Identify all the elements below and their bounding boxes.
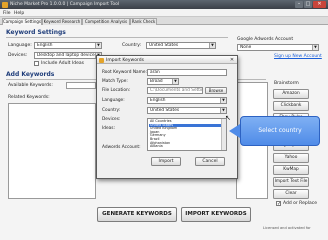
country-value: United States: [149, 43, 179, 48]
menu-help[interactable]: Help: [14, 11, 24, 16]
language-select[interactable]: English ▼: [34, 42, 102, 49]
app-icon: [99, 57, 104, 63]
related-keywords-textarea[interactable]: [8, 103, 96, 199]
language-label: Language:: [102, 98, 125, 103]
chevron-down-icon: ▼: [172, 79, 178, 84]
dialog-country-select[interactable]: United States ▼: [147, 107, 227, 114]
dialog-language-value: English: [150, 98, 166, 103]
dialog-titlebar: Import Keywords ✕: [97, 56, 237, 64]
adwords-select[interactable]: None ▼: [237, 44, 319, 51]
adwords-heading: Google Adwords Account: [237, 37, 294, 42]
match-type-select[interactable]: Broad ▼: [147, 78, 179, 85]
match-type-label: Match Type:: [102, 79, 128, 84]
dialog-country-value: United States: [150, 108, 180, 113]
tab-keyword-research[interactable]: Keyword Research: [42, 18, 82, 25]
dialog-close-button[interactable]: ✕: [229, 57, 235, 63]
list-scrollbar[interactable]: [221, 119, 226, 150]
yahoo-button[interactable]: Yahoo: [273, 153, 309, 163]
license-text: Licensed and activated for: [263, 226, 311, 230]
country-label: Country:: [122, 43, 142, 48]
cancel-button[interactable]: Cancel: [195, 157, 225, 166]
devices-label: Devices:: [8, 53, 28, 58]
adwords-account-label: Adwords Account:: [102, 145, 141, 150]
country-select[interactable]: United States ▼: [146, 42, 216, 49]
select-country-callout: Select country: [240, 116, 320, 146]
menu-file[interactable]: File: [3, 11, 11, 16]
generate-keywords-button[interactable]: GENERATE KEYWORDS: [97, 207, 177, 222]
file-location-input[interactable]: C:\Documents and Settings\mh...: [147, 87, 203, 94]
chevron-down-icon: ▼: [209, 43, 215, 48]
browse-button[interactable]: Browse: [205, 87, 227, 94]
match-type-value: Broad: [150, 79, 163, 84]
adwords-value: None: [240, 45, 252, 50]
related-keywords-label: Related Keywords:: [8, 95, 50, 100]
mouse-pointer-icon: ↖: [225, 114, 231, 122]
import-button[interactable]: Import: [151, 157, 181, 166]
clickbank-button[interactable]: Clickbank: [273, 101, 309, 111]
tab-rank-check[interactable]: Rank Check: [130, 18, 157, 25]
available-keywords-input[interactable]: [66, 82, 96, 89]
chevron-down-icon: ▼: [95, 43, 101, 48]
available-keywords-label: Available Keywords:: [8, 83, 53, 88]
brainstorm-label: Brainstorm: [274, 81, 299, 86]
country-option[interactable]: Albania: [149, 145, 221, 149]
root-keyword-label: Root Keyword Name:: [102, 70, 147, 75]
tab-competition-analysis[interactable]: Competition Analysis: [82, 18, 130, 25]
import-keywords-button[interactable]: IMPORT KEYWORDS: [181, 207, 251, 222]
include-adult-checkbox[interactable]: [34, 61, 39, 66]
import-text-file-button[interactable]: Import Text File: [273, 177, 309, 187]
ideas-label: Ideas:: [102, 126, 115, 131]
window-title: Niche Market Pro 1.0.0.0 | Campaign Impo…: [10, 2, 120, 7]
minimize-button[interactable]: –: [295, 1, 303, 8]
include-adult-label: Include Adult Ideas: [41, 61, 85, 66]
devices-value: Desktop and laptop devices: [37, 53, 97, 58]
menu-bar: File Help: [0, 9, 328, 17]
add-or-replace-label: Add or Replace: [283, 201, 317, 206]
window-titlebar: Niche Market Pro 1.0.0.0 | Campaign Impo…: [0, 0, 328, 9]
callout-arrow: [229, 124, 240, 138]
language-label: Language:: [8, 43, 32, 48]
devices-label: Devices:: [102, 117, 121, 122]
import-keywords-dialog: Import Keywords ✕ Root Keyword Name: ara…: [96, 55, 238, 179]
root-keyword-input[interactable]: aran: [147, 69, 227, 76]
chevron-down-icon: ▼: [220, 98, 226, 103]
country-label: Country:: [102, 108, 121, 113]
dialog-language-select[interactable]: English ▼: [147, 97, 227, 104]
amazon-button[interactable]: Amazon: [273, 89, 309, 99]
add-or-replace-checkbox[interactable]: [276, 201, 281, 207]
country-dropdown-list[interactable]: All Countries United States United Kingd…: [147, 118, 227, 151]
add-keywords-heading: Add Keywords: [6, 71, 55, 78]
keyword-settings-heading: Keyword Settings: [6, 29, 66, 36]
language-value: English: [37, 43, 53, 48]
chevron-down-icon: ▼: [220, 108, 226, 113]
maximize-button[interactable]: □: [304, 1, 312, 8]
dialog-title: Import Keywords: [106, 57, 144, 63]
close-button[interactable]: ✕: [313, 1, 326, 8]
clear-button[interactable]: Clear: [273, 189, 309, 199]
file-location-label: File Location:: [102, 88, 131, 93]
kwmap-button[interactable]: KwMap: [273, 165, 309, 175]
chevron-down-icon: ▼: [312, 45, 318, 50]
tab-strip: Campaign Settings Keyword Research Compe…: [0, 17, 328, 26]
devices-select[interactable]: Desktop and laptop devices ▼: [34, 52, 102, 59]
divider: [6, 37, 228, 38]
signup-link[interactable]: Sign up New Account: [274, 54, 322, 59]
app-icon: [2, 1, 8, 8]
